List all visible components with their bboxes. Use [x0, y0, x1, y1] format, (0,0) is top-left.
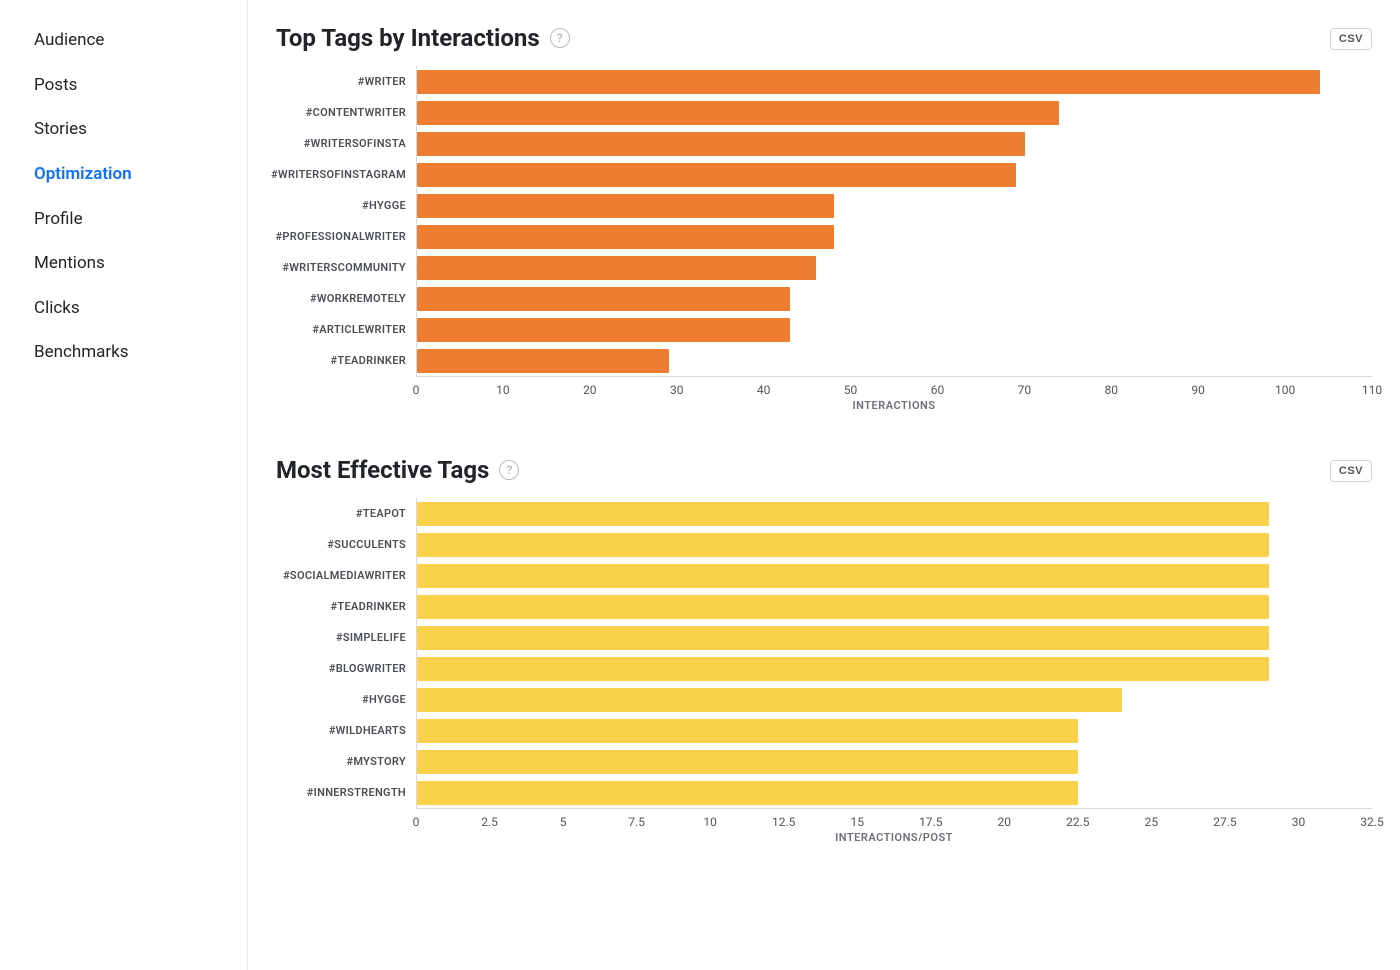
panel-top-tags-by-interactions: Top Tags by Interactions ? CSV #WRITER#C… — [276, 24, 1372, 416]
axis-tick: 50 — [844, 383, 858, 397]
help-icon[interactable]: ? — [550, 28, 570, 48]
bar-category-label: #WRITERSCOMMUNITY — [276, 252, 416, 283]
chart-top-tags: #WRITER#CONTENTWRITER#WRITERSOFINSTA#WRI… — [276, 66, 1372, 416]
bar-category-label: #TEAPOT — [276, 498, 416, 529]
panel-most-effective-tags: Most Effective Tags ? CSV #TEAPOT#SUCCUL… — [276, 456, 1372, 848]
axis-tick: 5 — [560, 815, 567, 829]
bar — [417, 750, 1078, 774]
axis-tick: 60 — [931, 383, 945, 397]
axis-tick: 0 — [413, 815, 420, 829]
axis-tick: 10 — [703, 815, 717, 829]
sidebar-item-audience[interactable]: Audience — [0, 18, 247, 63]
bar-category-label: #CONTENTWRITER — [276, 97, 416, 128]
bar-category-label: #INNERSTRENGTH — [276, 777, 416, 808]
sidebar: Audience Posts Stories Optimization Prof… — [0, 0, 248, 970]
bar-category-label: #WILDHEARTS — [276, 715, 416, 746]
bar — [417, 163, 1016, 187]
bar-category-label: #WRITERSOFINSTA — [276, 128, 416, 159]
axis-tick: 20 — [998, 815, 1012, 829]
axis-tick: 2.5 — [481, 815, 498, 829]
bar — [417, 502, 1269, 526]
bar — [417, 225, 834, 249]
axis-tick: 20 — [583, 383, 597, 397]
bar — [417, 256, 816, 280]
axis-tick: 80 — [1105, 383, 1119, 397]
bar — [417, 533, 1269, 557]
axis-tick: 10 — [496, 383, 510, 397]
sidebar-item-optimization[interactable]: Optimization — [0, 152, 247, 197]
bar-category-label: #SUCCULENTS — [276, 529, 416, 560]
axis-tick: 15 — [850, 815, 864, 829]
sidebar-item-benchmarks[interactable]: Benchmarks — [0, 330, 247, 375]
bar-category-label: #SOCIALMEDIAWRITER — [276, 560, 416, 591]
axis-tick: 7.5 — [628, 815, 645, 829]
bar — [417, 657, 1269, 681]
sidebar-item-clicks[interactable]: Clicks — [0, 286, 247, 331]
axis-tick: 40 — [757, 383, 771, 397]
axis-tick: 30 — [1292, 815, 1306, 829]
bar — [417, 194, 834, 218]
axis-tick: 22.5 — [1066, 815, 1089, 829]
bar — [417, 781, 1078, 805]
main-content: Top Tags by Interactions ? CSV #WRITER#C… — [248, 0, 1400, 970]
bar — [417, 70, 1320, 94]
bar — [417, 595, 1269, 619]
bar-category-label: #ARTICLEWRITER — [276, 314, 416, 345]
bar-category-label: #HYGGE — [276, 684, 416, 715]
bar-category-label: #WRITER — [276, 66, 416, 97]
axis-tick: 32.5 — [1360, 815, 1383, 829]
bar-category-label: #HYGGE — [276, 190, 416, 221]
help-icon[interactable]: ? — [499, 460, 519, 480]
export-csv-button[interactable]: CSV — [1330, 28, 1372, 50]
bar-category-label: #TEADRINKER — [276, 345, 416, 376]
bar-category-label: #BLOGWRITER — [276, 653, 416, 684]
bar — [417, 564, 1269, 588]
panel-title: Top Tags by Interactions — [276, 24, 540, 52]
axis-tick: 100 — [1275, 383, 1295, 397]
bar — [417, 719, 1078, 743]
bar-category-label: #TEADRINKER — [276, 591, 416, 622]
bar-category-label: #PROFESSIONALWRITER — [276, 221, 416, 252]
axis-label: INTERACTIONS/POST — [835, 831, 953, 844]
bar — [417, 349, 669, 373]
axis-tick: 0 — [413, 383, 420, 397]
sidebar-item-profile[interactable]: Profile — [0, 197, 247, 242]
axis-tick: 30 — [670, 383, 684, 397]
sidebar-item-posts[interactable]: Posts — [0, 63, 247, 108]
bar — [417, 287, 790, 311]
bar-category-label: #WRITERSOFINSTAGRAM — [276, 159, 416, 190]
bar — [417, 101, 1059, 125]
chart-effective-tags: #TEAPOT#SUCCULENTS#SOCIALMEDIAWRITER#TEA… — [276, 498, 1372, 848]
bar-category-label: #WORKREMOTELY — [276, 283, 416, 314]
bar-category-label: #SIMPLELIFE — [276, 622, 416, 653]
axis-tick: 25 — [1145, 815, 1159, 829]
bar — [417, 688, 1122, 712]
bar-category-label: #MYSTORY — [276, 746, 416, 777]
bar — [417, 132, 1025, 156]
axis-tick: 17.5 — [919, 815, 942, 829]
axis-tick: 90 — [1191, 383, 1205, 397]
bar — [417, 318, 790, 342]
axis-tick: 70 — [1018, 383, 1032, 397]
sidebar-item-stories[interactable]: Stories — [0, 107, 247, 152]
axis-tick: 12.5 — [772, 815, 795, 829]
axis-tick: 27.5 — [1213, 815, 1236, 829]
bar — [417, 626, 1269, 650]
sidebar-item-mentions[interactable]: Mentions — [0, 241, 247, 286]
export-csv-button[interactable]: CSV — [1330, 460, 1372, 482]
panel-title: Most Effective Tags — [276, 456, 489, 484]
axis-label: INTERACTIONS — [852, 399, 935, 412]
axis-tick: 110 — [1362, 383, 1382, 397]
